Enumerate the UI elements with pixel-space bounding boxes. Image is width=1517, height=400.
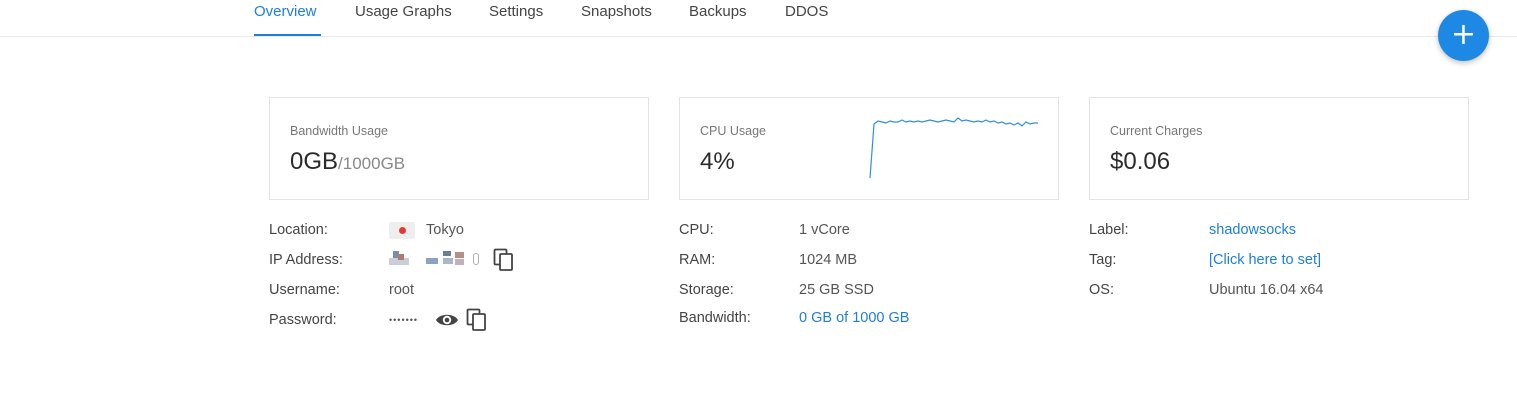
cpu-key: CPU: <box>679 222 714 238</box>
copy-password-icon[interactable] <box>466 308 488 332</box>
tag-key: Tag: <box>1089 252 1117 268</box>
tab-ddos[interactable]: DDOS <box>785 3 828 20</box>
tab-usage-graphs[interactable]: Usage Graphs <box>355 3 452 20</box>
current-charges-value: $0.06 <box>1110 148 1171 175</box>
ip-address-key: IP Address: <box>269 252 343 268</box>
tag-set-link[interactable]: [Click here to set] <box>1209 252 1321 268</box>
bandwidth-key: Bandwidth: <box>679 310 751 326</box>
password-key: Password: <box>269 312 337 328</box>
os-value: Ubuntu 16.04 x64 <box>1209 282 1324 298</box>
bandwidth-usage-card: Bandwidth Usage 0GB/1000GB <box>269 97 649 200</box>
tab-snapshots[interactable]: Snapshots <box>581 3 652 20</box>
password-value: ••••••• <box>389 315 419 325</box>
label-link[interactable]: shadowsocks <box>1209 222 1296 238</box>
active-tab-indicator <box>254 34 321 36</box>
ram-value: 1024 MB <box>799 252 858 268</box>
cpu-usage-card: CPU Usage 4% <box>679 97 1059 200</box>
tab-bar: Overview Usage Graphs Settings Snapshots… <box>0 0 1517 37</box>
add-button[interactable]: + <box>1438 10 1489 61</box>
os-key: OS: <box>1089 282 1114 298</box>
current-charges-card: Current Charges $0.06 <box>1089 97 1469 200</box>
tab-backups[interactable]: Backups <box>689 3 747 20</box>
cpu-usage-sparkline <box>869 117 1038 179</box>
storage-key: Storage: <box>679 282 734 298</box>
copy-ip-icon[interactable] <box>493 248 515 272</box>
japan-flag-icon <box>389 222 415 239</box>
label-key: Label: <box>1089 222 1129 238</box>
bandwidth-total: /1000GB <box>338 154 406 173</box>
bandwidth-link[interactable]: 0 GB of 1000 GB <box>799 310 909 326</box>
bandwidth-used: 0GB <box>290 148 339 175</box>
cpu-usage-value: 4% <box>700 148 735 175</box>
ip-address-value <box>389 251 481 269</box>
bandwidth-usage-value: 0GB/1000GB <box>290 148 405 176</box>
show-password-eye-icon[interactable] <box>435 311 459 329</box>
location-value: Tokyo <box>426 222 464 238</box>
cpu-usage-label: CPU Usage <box>700 124 766 138</box>
bandwidth-usage-label: Bandwidth Usage <box>290 124 388 138</box>
plus-icon: + <box>1450 17 1477 52</box>
ram-key: RAM: <box>679 252 716 268</box>
username-key: Username: <box>269 282 340 298</box>
tab-settings[interactable]: Settings <box>489 3 543 20</box>
cpu-value: 1 vCore <box>799 222 850 238</box>
current-charges-label: Current Charges <box>1110 124 1203 138</box>
storage-value: 25 GB SSD <box>799 282 874 298</box>
username-value: root <box>389 282 414 298</box>
location-key: Location: <box>269 222 328 238</box>
tab-overview[interactable]: Overview <box>254 3 317 20</box>
